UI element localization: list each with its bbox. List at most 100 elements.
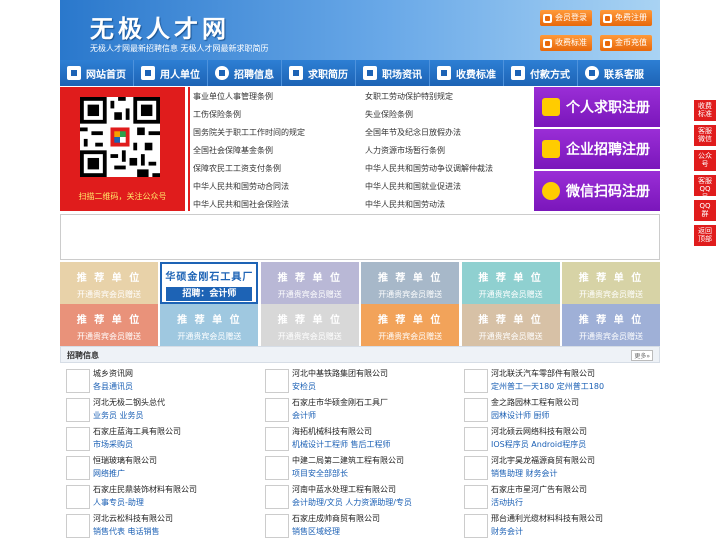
job-position-link[interactable]: 园林设计师 厨师 — [491, 410, 550, 421]
register-button[interactable]: 免费注册 — [600, 10, 652, 26]
nav-news[interactable]: 职场资讯 — [356, 60, 430, 86]
company-logo[interactable] — [265, 427, 289, 451]
company-name-link[interactable]: 河北宇昊龙福源商贸有限公司 — [491, 455, 595, 466]
law-link[interactable]: 工伤保险条例 — [193, 109, 241, 120]
job-position-link[interactable]: 定州普工一天180 定州普工180 — [491, 381, 604, 392]
job-position-link[interactable]: 市场采购员 — [93, 439, 133, 450]
company-logo[interactable] — [66, 369, 90, 393]
job-position-link[interactable]: 业务员 业务员 — [93, 410, 144, 421]
company-name-link[interactable]: 邢台通利光缆材料科技有限公司 — [491, 513, 603, 524]
company-logo[interactable] — [66, 514, 90, 538]
company-name-link[interactable]: 河北硕云网络科技有限公司 — [491, 426, 587, 437]
float-button[interactable]: QQ群 — [694, 200, 716, 221]
company-logo[interactable] — [464, 398, 488, 422]
featured-company-card[interactable]: 华硕金刚石工具厂 招聘：会计师 — [160, 262, 259, 304]
nav-payment[interactable]: 付款方式 — [504, 60, 578, 86]
law-link[interactable]: 中华人民共和国劳动法 — [365, 199, 445, 210]
recommend-slot[interactable]: 推 荐 单 位开通贵宾会员赠送 — [562, 262, 660, 304]
float-button[interactable]: 客服QQ号 — [694, 175, 716, 201]
company-name-link[interactable]: 河北无极二钢头总代 — [93, 397, 165, 408]
law-link[interactable]: 失业保险条例 — [365, 109, 413, 120]
nav-jobs[interactable]: 招聘信息 — [208, 60, 282, 86]
recommend-slot[interactable]: 推 荐 单 位开通贵宾会员赠送 — [60, 262, 158, 304]
company-name-link[interactable]: 河南中蓝水处理工程有限公司 — [292, 484, 396, 495]
float-button[interactable]: 返回顶部 — [694, 225, 716, 246]
employer-register-button[interactable]: 企业招聘注册 — [534, 129, 660, 169]
company-name-link[interactable]: 恒瑞玻璃有限公司 — [93, 455, 157, 466]
company-name-link[interactable]: 河北联沃汽车零部件有限公司 — [491, 368, 595, 379]
nav-home[interactable]: 网站首页 — [60, 60, 134, 86]
job-position-link[interactable]: IOS程序员 Android程序员 — [491, 439, 586, 450]
recommend-slot[interactable]: 推 荐 单 位开通贵宾会员赠送 — [260, 262, 359, 304]
law-link[interactable]: 女职工劳动保护特别规定 — [365, 91, 453, 102]
job-position-link[interactable]: 销售代表 电话销售 — [93, 526, 160, 537]
company-name-link[interactable]: 石家庄市星河广告有限公司 — [491, 484, 587, 495]
job-position-link[interactable]: 网络推广 — [93, 468, 125, 479]
company-logo[interactable] — [464, 456, 488, 480]
company-logo[interactable] — [464, 369, 488, 393]
company-name-link[interactable]: 石家庄市华硕金刚石工具厂 — [292, 397, 388, 408]
recharge-button[interactable]: 金币充值 — [600, 35, 652, 51]
nav-pricing[interactable]: 收费标准 — [430, 60, 504, 86]
job-position-link[interactable]: 销售区域经理 — [292, 526, 340, 537]
float-button[interactable]: 客服微信 — [694, 125, 716, 146]
ad-banner[interactable] — [60, 214, 660, 260]
company-logo[interactable] — [265, 514, 289, 538]
job-position-link[interactable]: 人事专员-助理 — [93, 497, 144, 508]
recommend-slot[interactable]: 推 荐 单 位开通贵宾会员赠送 — [461, 262, 560, 304]
law-link[interactable]: 中华人民共和国劳动争议调解仲裁法 — [365, 163, 493, 174]
job-position-link[interactable]: 机械设计工程师 售后工程师 — [292, 439, 391, 450]
company-logo[interactable] — [66, 427, 90, 451]
site-title[interactable]: 无极人才网 — [90, 9, 230, 44]
law-link[interactable]: 中华人民共和国就业促进法 — [365, 181, 461, 192]
recommend-slot[interactable]: 推 荐 单 位开通贵宾会员赠送 — [260, 304, 359, 346]
law-link[interactable]: 全国年节及纪念日放假办法 — [365, 127, 461, 138]
job-position-link[interactable]: 会计师 — [292, 410, 316, 421]
company-logo[interactable] — [66, 485, 90, 509]
company-name-link[interactable]: 石家庄成帅商贸有限公司 — [292, 513, 380, 524]
float-button[interactable]: 收费标准 — [694, 100, 716, 121]
company-logo[interactable] — [265, 456, 289, 480]
company-logo[interactable] — [464, 514, 488, 538]
company-logo[interactable] — [66, 398, 90, 422]
recommend-slot[interactable]: 推 荐 单 位开通贵宾会员赠送 — [361, 262, 460, 304]
company-name-link[interactable]: 石家庄民鼎装饰材料有限公司 — [93, 484, 197, 495]
company-name-link[interactable]: 中建二局第二建筑工程有限公司 — [292, 455, 404, 466]
login-button[interactable]: 会员登录 — [540, 10, 592, 26]
recommend-slot[interactable]: 推 荐 单 位开通贵宾会员赠送 — [361, 304, 460, 346]
job-position-link[interactable]: 安检员 — [292, 381, 316, 392]
jobs-more-link[interactable]: 更多» — [631, 350, 653, 361]
job-position-link[interactable]: 各县通讯员 — [93, 381, 133, 392]
company-name-link[interactable]: 金之路园林工程有限公司 — [491, 397, 579, 408]
law-link[interactable]: 人力资源市场暂行条例 — [365, 145, 445, 156]
company-name-link[interactable]: 河北云松科技有限公司 — [93, 513, 173, 524]
law-link[interactable]: 事业单位人事管理条例 — [193, 91, 273, 102]
company-logo[interactable] — [265, 485, 289, 509]
recommend-slot[interactable]: 推 荐 单 位开通贵宾会员赠送 — [60, 304, 158, 346]
nav-support[interactable]: 联系客服 — [578, 60, 651, 86]
job-position-link[interactable]: 财务会计 — [491, 526, 523, 537]
company-name-link[interactable]: 河北中基铁路集团有限公司 — [292, 368, 388, 379]
job-position-link[interactable]: 项目安全部部长 — [292, 468, 348, 479]
company-name-link[interactable]: 城乡资讯网 — [93, 368, 133, 379]
company-logo[interactable] — [265, 369, 289, 393]
job-position-link[interactable]: 活动执行 — [491, 497, 523, 508]
nav-employers[interactable]: 用人单位 — [134, 60, 208, 86]
company-logo[interactable] — [464, 485, 488, 509]
company-name-link[interactable]: 石家庄蓝海工具有限公司 — [93, 426, 181, 437]
law-link[interactable]: 中华人民共和国社会保险法 — [193, 199, 289, 210]
recommend-slot[interactable]: 推 荐 单 位开通贵宾会员赠送 — [562, 304, 660, 346]
law-link[interactable]: 全国社会保障基金条例 — [193, 145, 273, 156]
law-link[interactable]: 国务院关于职工工作时间的规定 — [193, 127, 305, 138]
pricing-button[interactable]: 收费标准 — [540, 35, 592, 51]
job-position-link[interactable]: 销售助理 财务会计 — [491, 468, 558, 479]
job-position-link[interactable]: 会计助理/文员 人力资源助理/专员 — [292, 497, 412, 508]
law-link[interactable]: 中华人民共和国劳动合同法 — [193, 181, 289, 192]
job-seeker-register-button[interactable]: 个人求职注册 — [534, 87, 660, 127]
company-logo[interactable] — [66, 456, 90, 480]
wechat-register-button[interactable]: 微信扫码注册 — [534, 171, 660, 211]
recommend-slot[interactable]: 推 荐 单 位开通贵宾会员赠送 — [160, 304, 259, 346]
company-logo[interactable] — [265, 398, 289, 422]
law-link[interactable]: 保障农民工工资支付条例 — [193, 163, 281, 174]
company-logo[interactable] — [464, 427, 488, 451]
